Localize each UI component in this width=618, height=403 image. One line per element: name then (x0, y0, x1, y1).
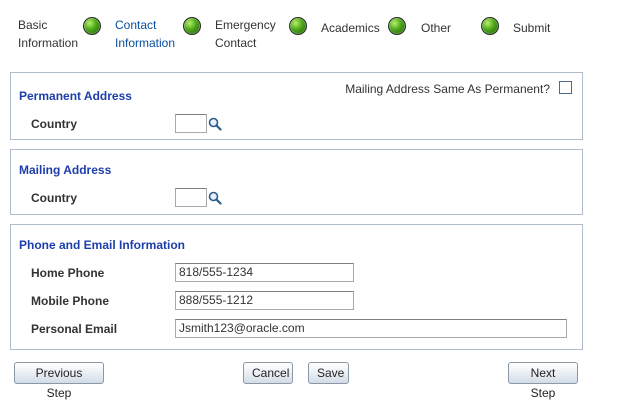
step-label-line1: Emergency (215, 18, 276, 32)
mailing-same-label: Mailing Address Same As Permanent? (345, 82, 550, 96)
section-title: Mailing Address (19, 163, 112, 177)
step-label-line2: Information (115, 36, 176, 50)
country-input[interactable] (175, 114, 207, 133)
step-other[interactable]: Other (421, 19, 451, 37)
mailing-same-checkbox[interactable] (559, 81, 572, 94)
step-dot-icon (289, 17, 307, 35)
step-label-line2: Information (18, 36, 79, 50)
step-dot-icon (481, 17, 499, 35)
personal-email-input[interactable]: Jsmith123@oracle.com (175, 319, 567, 338)
home-phone-label: Home Phone (31, 266, 105, 280)
mobile-phone-label: Mobile Phone (31, 294, 109, 308)
previous-step-button[interactable]: Previous Step (14, 362, 104, 400)
search-icon[interactable] (208, 191, 222, 205)
personal-email-label: Personal Email (31, 322, 118, 336)
step-label-line1: Contact (115, 18, 157, 32)
home-phone-input[interactable]: 818/555-1234 (175, 263, 354, 282)
country-label: Country (31, 117, 77, 131)
step-dot-icon (183, 17, 201, 35)
step-label-line2: Contact (215, 36, 257, 50)
step-dot-icon (388, 17, 406, 35)
country-label: Country (31, 191, 77, 205)
section-title: Permanent Address (19, 89, 132, 103)
step-navigation: Basic Information Contact Information Em… (0, 0, 618, 60)
step-academics[interactable]: Academics (321, 19, 380, 37)
save-button[interactable]: Save (308, 362, 349, 384)
step-label-line1: Basic (18, 18, 48, 32)
section-title: Phone and Email Information (19, 238, 186, 252)
step-submit[interactable]: Submit (513, 19, 550, 37)
step-label-line1: Submit (513, 21, 551, 35)
step-label-line1: Academics (321, 21, 380, 35)
cancel-button[interactable]: Cancel (243, 362, 293, 384)
next-step-button[interactable]: Next Step (508, 362, 578, 400)
mailing-address-section: Mailing Address Country (10, 149, 583, 215)
step-dot-icon (83, 17, 101, 35)
mobile-phone-input[interactable]: 888/555-1212 (175, 291, 354, 310)
phone-email-section: Phone and Email Information Home Phone 8… (10, 224, 583, 350)
step-emergency-contact[interactable]: Emergency Contact (215, 16, 276, 52)
search-icon[interactable] (208, 117, 222, 131)
step-label-line1: Other (421, 21, 452, 35)
step-contact-information[interactable]: Contact Information (115, 16, 175, 52)
permanent-address-section: Permanent Address Mailing Address Same A… (10, 72, 583, 140)
step-basic-information[interactable]: Basic Information (18, 16, 78, 52)
country-input[interactable] (175, 188, 207, 207)
